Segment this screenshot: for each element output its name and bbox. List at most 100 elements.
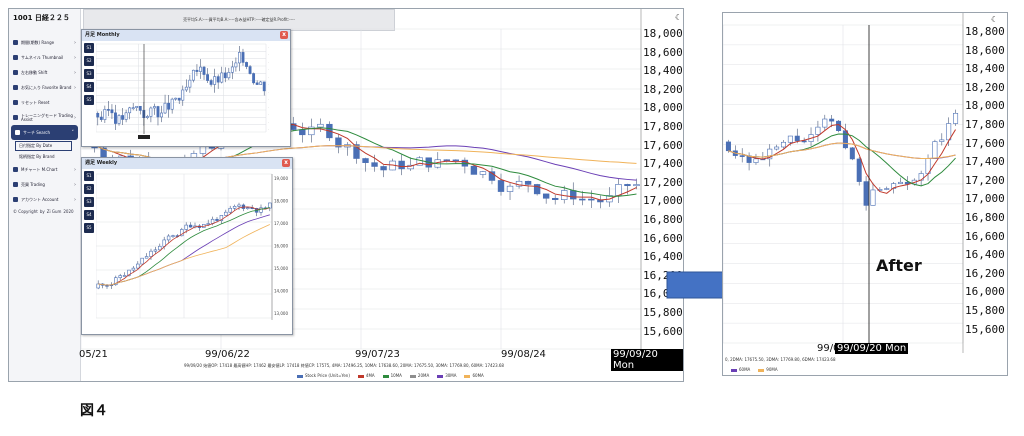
tab-s5[interactable]: S5 bbox=[84, 95, 94, 105]
sidebar-item-label: お気に入り Favorite Brand bbox=[21, 84, 72, 90]
tab-s3[interactable]: S3 bbox=[84, 69, 94, 79]
y-axis-tick: · bbox=[268, 68, 269, 72]
candle bbox=[452, 159, 460, 162]
candle bbox=[246, 207, 250, 210]
y-axis-tick: 18,000 bbox=[643, 27, 683, 40]
candle bbox=[223, 72, 227, 79]
sidebar-subitem-by-date[interactable]: 日付指定 By Date bbox=[15, 141, 72, 151]
y-axis-tick: 15,600 bbox=[643, 324, 683, 338]
candle bbox=[232, 206, 237, 209]
candle bbox=[398, 160, 405, 170]
sidebar-item-favorite[interactable]: お気に入り Favorite Brand › bbox=[9, 80, 80, 95]
weekly-chart-popup[interactable]: 週足 Weekly x S1 S2 S3 S4 S5 19,000 18,000 1… bbox=[81, 157, 293, 335]
sidebar-item-account[interactable]: アカウント Account › bbox=[9, 192, 80, 207]
y-axis-tick: 15,600 bbox=[965, 322, 1005, 336]
candle bbox=[524, 180, 532, 185]
candle bbox=[633, 184, 640, 187]
x-axis-tick: 05/21 bbox=[79, 349, 108, 360]
tab-s1[interactable]: S1 bbox=[84, 43, 94, 53]
candle bbox=[371, 162, 378, 167]
legend-item: Stock Price (Unit=Yen) bbox=[297, 373, 350, 378]
close-icon[interactable]: x bbox=[280, 31, 288, 39]
y-axis-tick: · bbox=[268, 120, 269, 124]
legend-item: 30MA bbox=[437, 373, 456, 378]
candle bbox=[787, 135, 793, 143]
legend-swatch bbox=[409, 374, 416, 378]
y-axis-tick: 19,000 bbox=[274, 176, 288, 181]
weekly-popup-header: 週足 Weekly x bbox=[82, 158, 292, 169]
candle bbox=[259, 81, 263, 85]
sidebar-item-trading[interactable]: 売買 Trading › bbox=[9, 177, 80, 192]
sidebar-item-mchart[interactable]: Mチャート M.Chart › bbox=[9, 162, 80, 177]
candle bbox=[163, 102, 167, 114]
x-axis-tick: 99/07/23 bbox=[355, 349, 400, 360]
thumbnail-icon bbox=[13, 55, 18, 60]
candle bbox=[128, 107, 132, 114]
weekly-mini-chart[interactable]: 19,000 18,000 17,000 16,000 15,000 14,000 13,0… bbox=[96, 170, 292, 334]
candle bbox=[188, 224, 193, 228]
candle bbox=[96, 283, 100, 289]
sidebar-item-search[interactable]: サーチ Search ˅ bbox=[11, 125, 78, 140]
candle bbox=[801, 140, 807, 143]
y-axis-tick: · bbox=[268, 90, 269, 94]
candle bbox=[362, 158, 369, 163]
candle bbox=[209, 80, 213, 85]
candle bbox=[552, 197, 559, 200]
candle bbox=[829, 118, 835, 122]
candle bbox=[202, 66, 206, 75]
tab-s2[interactable]: S2 bbox=[84, 184, 94, 194]
candle bbox=[241, 52, 245, 63]
sidebar-item-trading-assist[interactable]: トレーニングモード Trading Assist › bbox=[9, 110, 80, 125]
monthly-mini-chart[interactable]: · · · · · · · · · · · · bbox=[96, 42, 290, 146]
candle bbox=[443, 159, 450, 162]
sidebar-item-label: Mチャート M.Chart bbox=[21, 166, 58, 172]
y-axis-tick: 16,600 bbox=[965, 229, 1005, 243]
candle bbox=[570, 190, 577, 200]
tab-s3[interactable]: S3 bbox=[84, 197, 94, 207]
sidebar-item-reset[interactable]: リセット Reset bbox=[9, 95, 80, 110]
moving-average-line bbox=[728, 142, 956, 160]
candle bbox=[506, 185, 514, 192]
chevron-right-icon: › bbox=[74, 114, 76, 121]
legend-swatch bbox=[297, 374, 303, 378]
y-axis-tick: 16,400 bbox=[965, 248, 1005, 262]
legend-label: 30MA bbox=[445, 373, 457, 378]
candle bbox=[794, 135, 800, 142]
candle bbox=[153, 249, 158, 252]
y-axis-tick: · bbox=[268, 128, 269, 132]
candle bbox=[158, 245, 162, 251]
legend-swatch bbox=[357, 374, 364, 378]
y-axis-tick: 17,000 bbox=[643, 194, 683, 208]
candle bbox=[228, 207, 232, 213]
candle bbox=[248, 66, 252, 74]
tab-s4[interactable]: S4 bbox=[84, 210, 94, 220]
candle bbox=[255, 82, 259, 85]
copyright: © Copyright by Zi Gum 2020 bbox=[9, 207, 80, 216]
sidebar-item-range[interactable]: 期間(期数) Range › bbox=[9, 35, 80, 50]
after-screenshot-frame: ☾ 18,800 18,600 18,400 18,200 18,000 17,800 17… bbox=[722, 12, 1008, 376]
y-axis-tick: 18,600 bbox=[643, 45, 683, 59]
tab-s4[interactable]: S4 bbox=[84, 82, 94, 92]
tab-s2[interactable]: S2 bbox=[84, 56, 94, 66]
monthly-chart-popup[interactable]: 月足 Monthly x S1 S2 S3 S4 S5 · · · · · · · · · · · · bbox=[81, 29, 291, 147]
candle bbox=[188, 79, 192, 88]
legend-label: 60MA bbox=[739, 367, 751, 372]
y-axis-tick: · bbox=[268, 75, 269, 79]
sidebar-item-thumbnail[interactable]: サムネイル Thumbnail › bbox=[9, 50, 80, 65]
y-axis-tick: 14,000 bbox=[274, 289, 288, 294]
sidebar-subitem-by-brand[interactable]: 銘柄指定 By Brand bbox=[9, 152, 80, 162]
y-axis-tick: 18,000 bbox=[965, 99, 1005, 113]
tab-s5[interactable]: S5 bbox=[84, 223, 94, 233]
sidebar-item-label: トレーニングモード Trading Assist bbox=[21, 112, 73, 122]
sidebar-item-shift[interactable]: 左右移動 Shift › bbox=[9, 65, 80, 80]
chevron-right-icon: › bbox=[74, 54, 76, 61]
tab-s1[interactable]: S1 bbox=[84, 171, 94, 181]
legend-swatch bbox=[464, 374, 471, 378]
x-axis-tick: 99/06/22 bbox=[205, 349, 250, 360]
shift-icon bbox=[13, 70, 18, 75]
close-icon[interactable]: x bbox=[282, 159, 290, 167]
y-axis-tick: 18,200 bbox=[965, 80, 1005, 94]
mchart-icon bbox=[13, 167, 18, 172]
account-icon bbox=[13, 197, 18, 202]
y-axis-tick: 18,400 bbox=[965, 62, 1005, 76]
